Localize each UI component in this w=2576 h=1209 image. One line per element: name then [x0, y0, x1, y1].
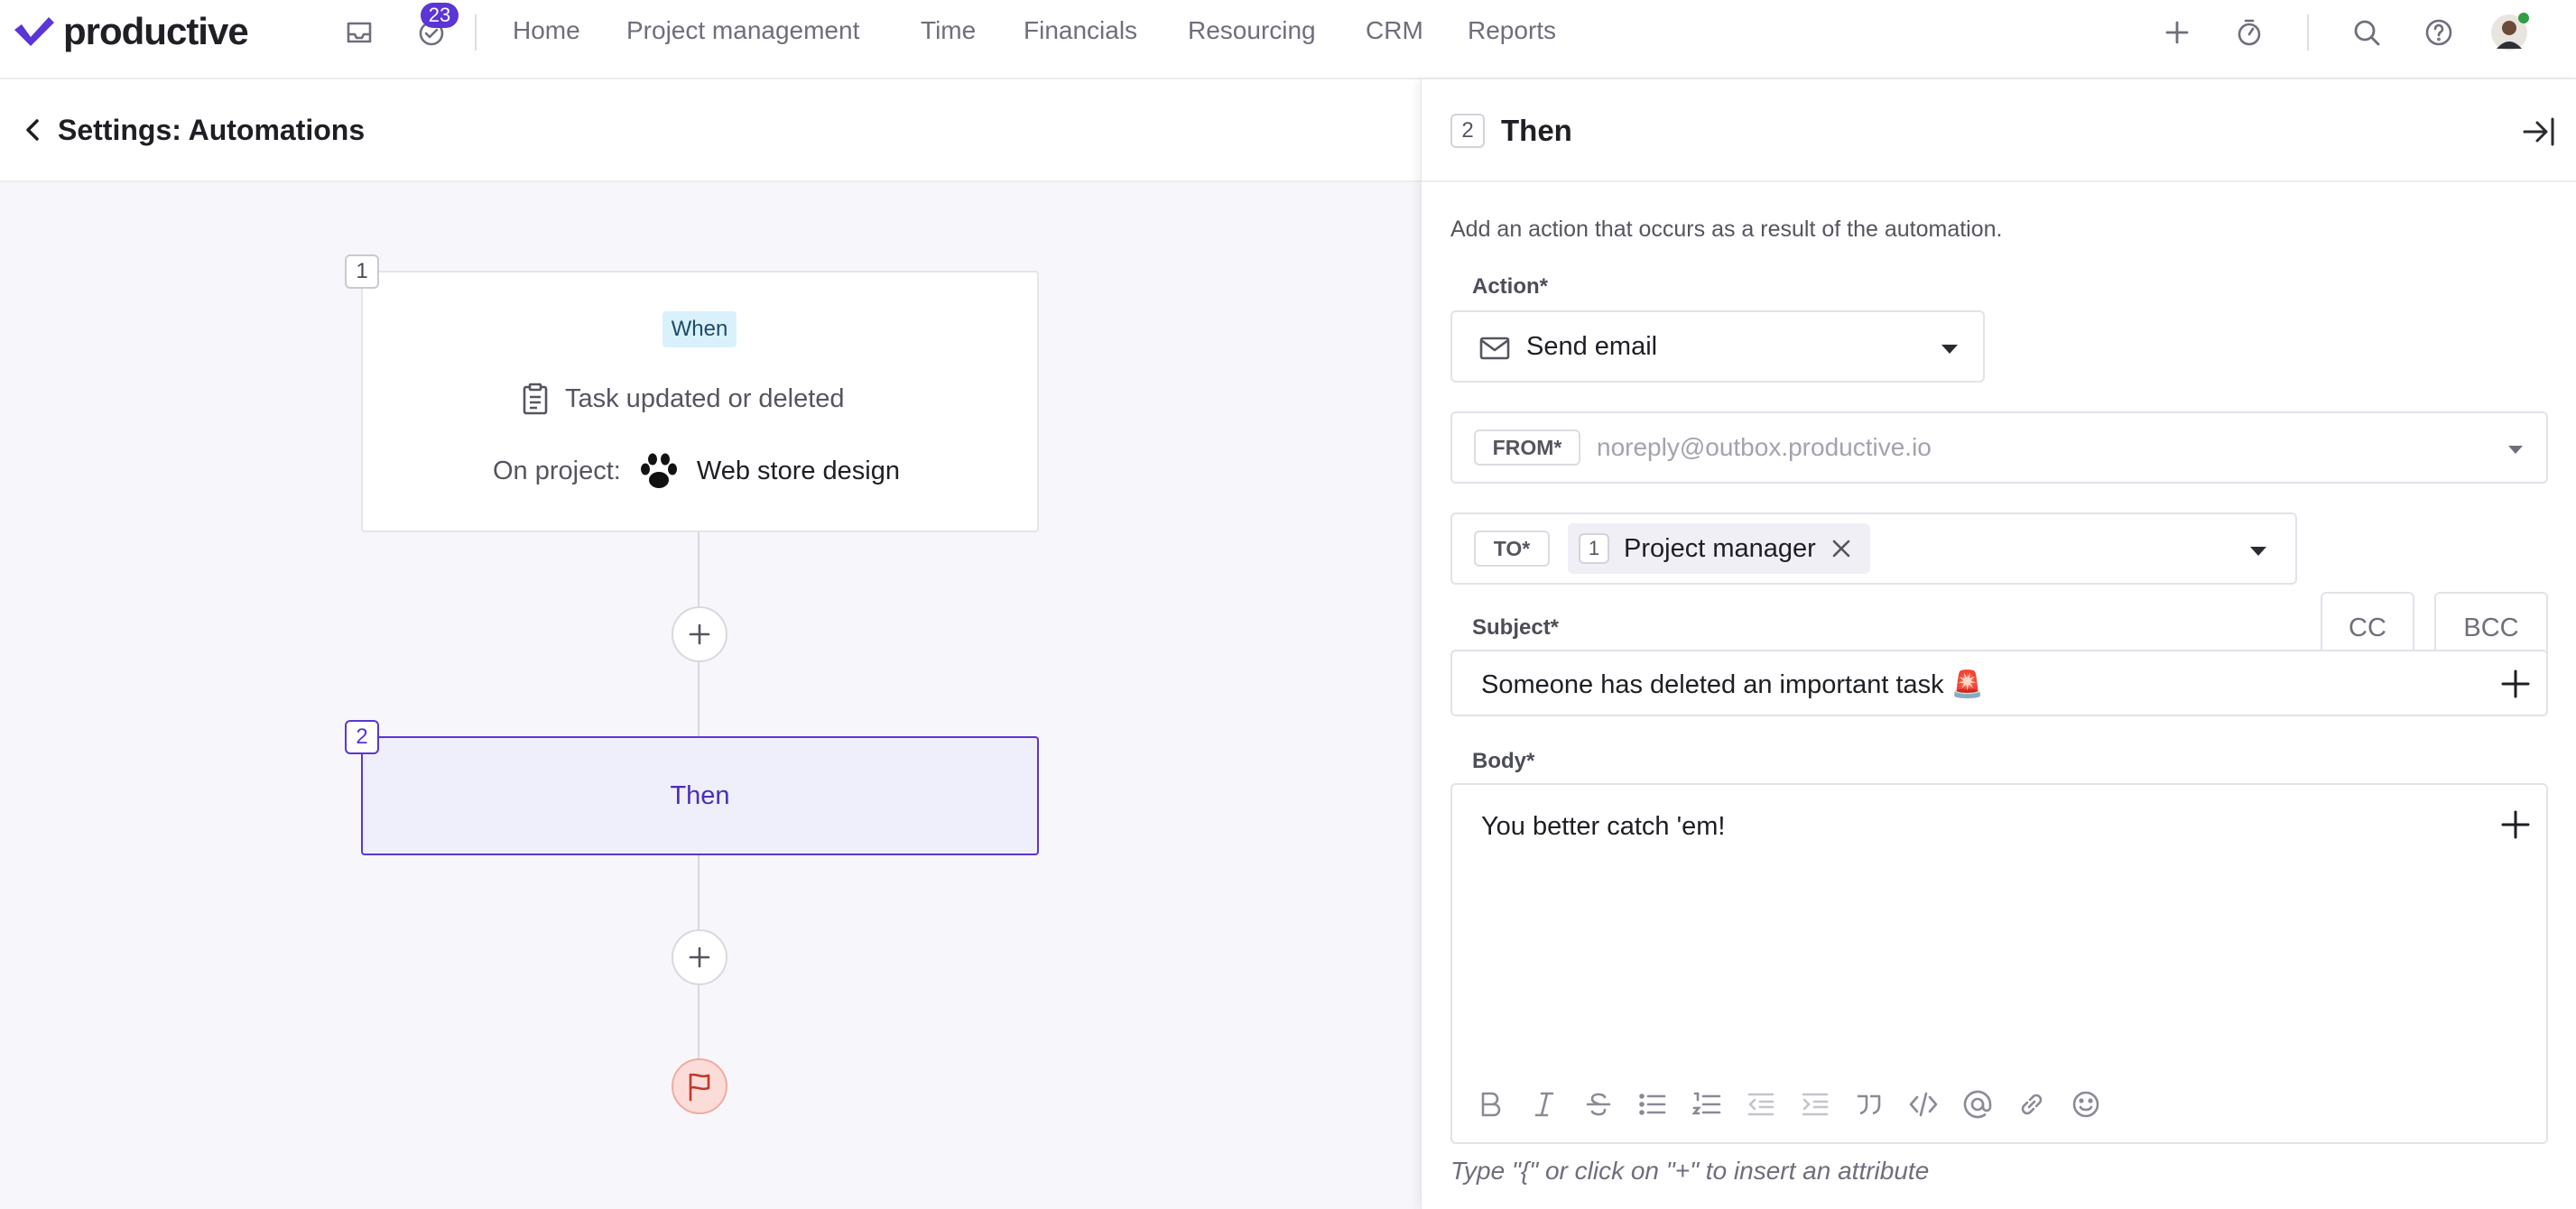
flow-end-marker	[672, 1058, 727, 1114]
notification-badge: 23	[421, 3, 459, 28]
productive-logo[interactable]: productive	[13, 10, 249, 52]
bold-icon[interactable]	[1472, 1086, 1508, 1122]
nav-crm[interactable]: CRM	[1366, 16, 1423, 45]
recipient-name: Project manager	[1624, 533, 1816, 563]
action-step-number: 2	[345, 720, 379, 754]
to-label: TO*	[1474, 531, 1550, 567]
link-icon[interactable]	[2014, 1086, 2050, 1122]
plus-icon	[689, 946, 710, 968]
insert-attribute-hint: Type "{" or click on "+" to insert an at…	[1450, 1157, 1930, 1185]
chevron-down-icon	[1941, 345, 1958, 354]
chevron-down-icon	[2250, 547, 2266, 556]
nav-divider	[475, 14, 477, 51]
panel-step-number: 2	[1450, 114, 1485, 148]
nav-reports[interactable]: Reports	[1468, 16, 1556, 45]
subject-value: Someone has deleted an important task 🚨	[1481, 670, 1984, 699]
when-badge: When	[663, 311, 737, 347]
body-label: Body*	[1472, 749, 1535, 773]
clipboard-icon	[523, 383, 548, 415]
recipient-chip[interactable]: 1 Project manager	[1568, 523, 1870, 574]
nav-project-management[interactable]: Project management	[626, 16, 859, 45]
from-field[interactable]: FROM* noreply@outbox.productive.io	[1450, 411, 2548, 484]
logo-mark-icon	[14, 17, 54, 46]
insert-attribute-icon[interactable]	[2499, 668, 2532, 700]
to-field[interactable]: TO* 1 Project manager	[1450, 512, 2297, 585]
body-editor[interactable]: You better catch 'em!	[1450, 783, 2548, 1144]
envelope-icon	[1479, 337, 1510, 360]
nav-divider-right	[2307, 14, 2309, 51]
top-navigation-bar: productive 23 Home Project management Ti…	[0, 0, 2576, 79]
body-value: You better catch 'em!	[1481, 812, 1726, 841]
italic-icon[interactable]	[1526, 1086, 1562, 1122]
add-step-button[interactable]	[672, 606, 727, 662]
page-header: Settings: Automations	[0, 79, 1421, 182]
avatar[interactable]	[2489, 13, 2529, 52]
action-settings-panel: 2 Then Add an action that occurs as a re…	[1421, 79, 2576, 1209]
nav-resourcing[interactable]: Resourcing	[1188, 16, 1316, 45]
trigger-step-number: 1	[345, 254, 379, 289]
add-step-button[interactable]	[672, 929, 727, 985]
formatting-toolbar	[1472, 1086, 2104, 1122]
mention-icon[interactable]	[1960, 1086, 1996, 1122]
chevron-down-icon	[2508, 446, 2523, 454]
paw-icon	[640, 453, 677, 488]
strikethrough-icon[interactable]	[1580, 1086, 1617, 1122]
nav-financials[interactable]: Financials	[1024, 16, 1137, 45]
indent-icon[interactable]	[1797, 1086, 1833, 1122]
from-value: noreply@outbox.productive.io	[1597, 433, 1932, 461]
action-label: Action*	[1472, 274, 1548, 299]
project-name: Web store design	[696, 456, 900, 485]
search-icon[interactable]	[2347, 13, 2386, 52]
panel-title: Then	[1501, 114, 1572, 147]
project-label: On project:	[493, 456, 621, 485]
emoji-icon[interactable]	[2068, 1086, 2104, 1122]
add-icon[interactable]	[2157, 13, 2197, 52]
subject-label: Subject*	[1472, 615, 1560, 640]
action-card[interactable]: Then	[361, 736, 1039, 855]
subject-input[interactable]: Someone has deleted an important task 🚨	[1450, 650, 2548, 716]
recipient-count: 1	[1579, 533, 1609, 564]
remove-recipient-icon[interactable]	[1830, 538, 1852, 559]
trigger-project: On project: Web store design	[493, 451, 900, 491]
trigger-event: Task updated or deleted	[522, 383, 845, 415]
back-chevron-icon[interactable]	[20, 115, 45, 144]
panel-header: 2 Then	[1422, 79, 2576, 182]
bullet-list-icon[interactable]	[1635, 1086, 1671, 1122]
from-label: FROM*	[1474, 429, 1580, 466]
brand-name: productive	[63, 10, 249, 52]
action-value: Send email	[1526, 332, 1658, 361]
help-icon[interactable]	[2419, 13, 2459, 52]
flag-icon	[689, 1073, 710, 1102]
panel-description: Add an action that occurs as a result of…	[1450, 217, 2003, 242]
outdent-icon[interactable]	[1743, 1086, 1779, 1122]
inbox-icon[interactable]	[339, 13, 379, 52]
page-title: Settings: Automations	[58, 114, 366, 146]
plus-icon	[689, 623, 710, 645]
insert-attribute-icon[interactable]	[2499, 808, 2532, 841]
action-select[interactable]: Send email	[1450, 310, 1985, 383]
collapse-panel-icon[interactable]	[2521, 114, 2557, 150]
nav-time[interactable]: Time	[921, 16, 976, 45]
quote-icon[interactable]	[1851, 1086, 1887, 1122]
timer-icon[interactable]	[2229, 13, 2269, 52]
trigger-event-label: Task updated or deleted	[565, 383, 845, 413]
nav-home[interactable]: Home	[513, 16, 580, 45]
numbered-list-icon[interactable]	[1689, 1086, 1725, 1122]
code-icon[interactable]	[1905, 1086, 1941, 1122]
